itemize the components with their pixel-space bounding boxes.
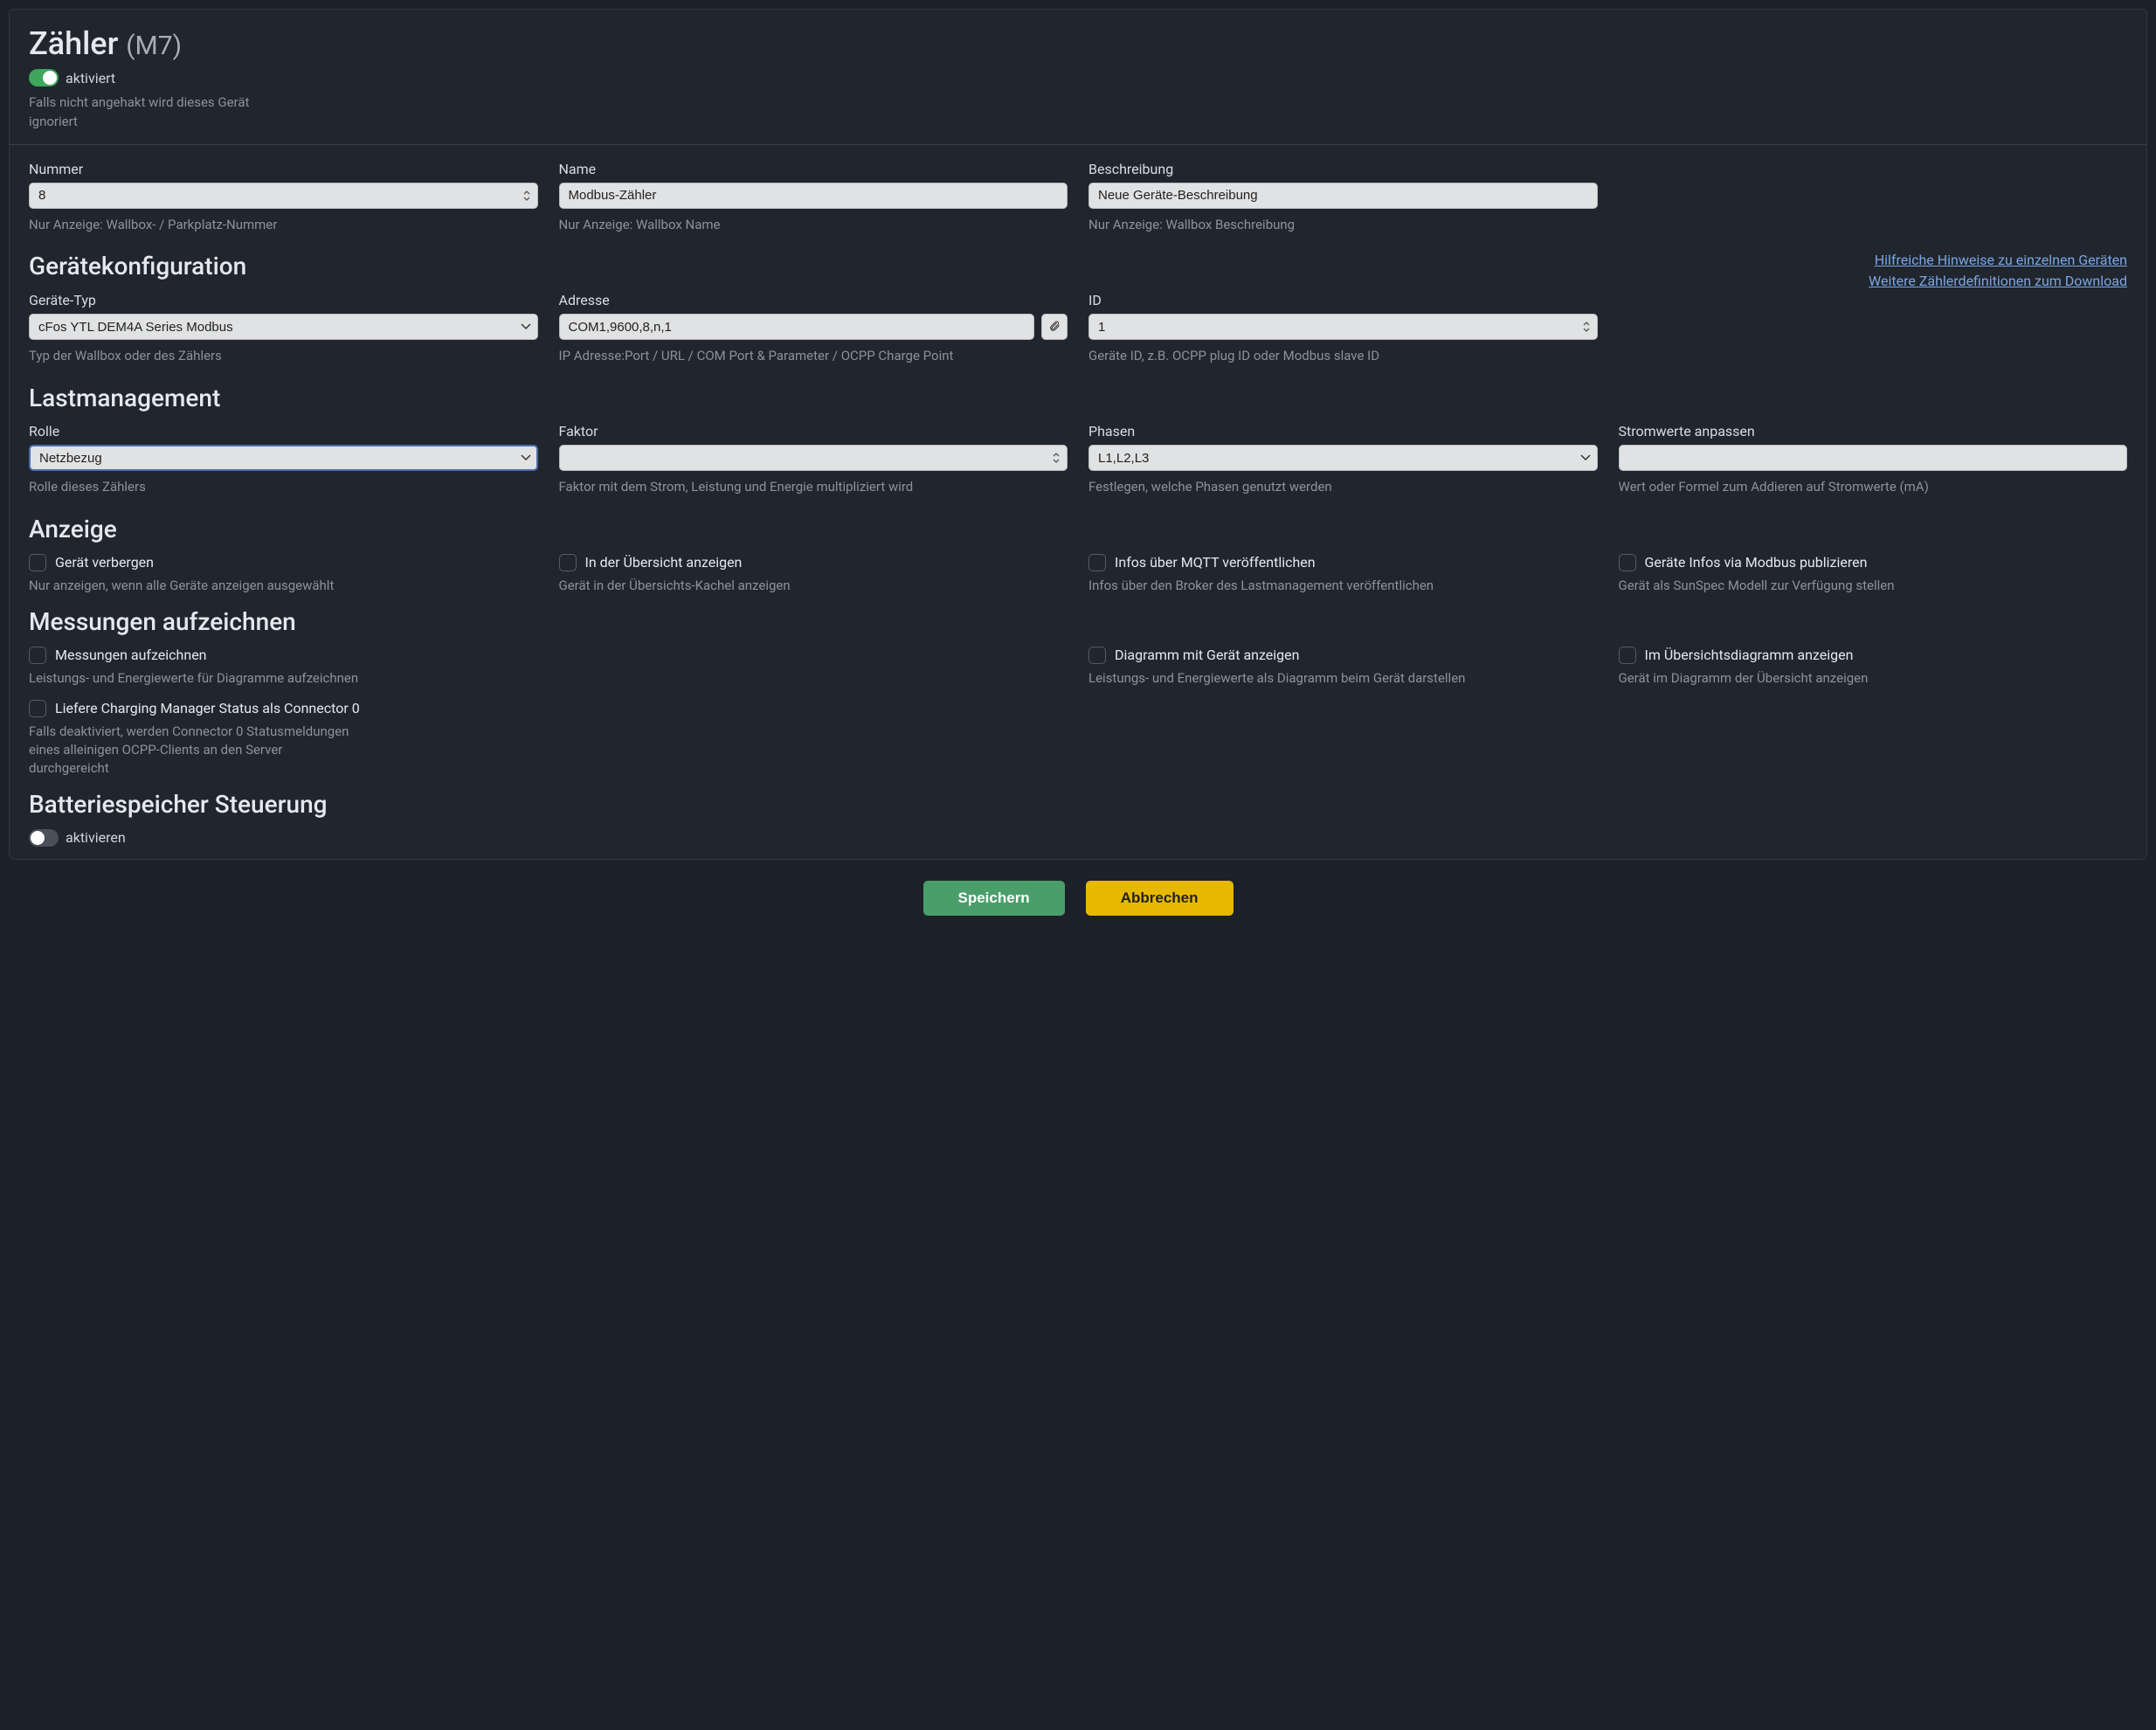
role-help: Rolle dieses Zählers — [29, 478, 538, 497]
definitions-link[interactable]: Weitere Zählerdefinitionen zum Download — [1869, 271, 2127, 292]
load-mgmt-heading: Lastmanagement — [29, 384, 2127, 412]
record-heading: Messungen aufzeichnen — [29, 607, 2127, 636]
divider — [10, 144, 2146, 145]
adjust-help: Wert oder Formel zum Addieren auf Stromw… — [1619, 478, 2128, 497]
id-input[interactable] — [1088, 314, 1598, 340]
enabled-toggle[interactable] — [29, 69, 59, 86]
record-help: Leistungs- und Energiewerte für Diagramm… — [29, 669, 538, 688]
hide-device-help: Nur anzeigen, wenn alle Geräte anzeigen … — [29, 577, 538, 595]
hints-link[interactable]: Hilfreiche Hinweise zu einzelnen Geräten — [1869, 250, 2127, 271]
connector0-label: Liefere Charging Manager Status als Conn… — [55, 700, 360, 716]
address-label: Adresse — [559, 292, 1068, 308]
overview-diagram-help: Gerät im Diagramm der Übersicht anzeigen — [1619, 669, 2128, 688]
mqtt-publish-help: Infos über den Broker des Lastmanagement… — [1088, 577, 1598, 595]
address-help: IP Adresse:Port / URL / COM Port & Param… — [559, 347, 1068, 366]
overview-show-help: Gerät in der Übersichts-Kachel anzeigen — [559, 577, 1068, 595]
device-config-heading: Gerätekonfiguration — [29, 252, 246, 280]
modbus-publish-help: Gerät als SunSpec Modell zur Verfügung s… — [1619, 577, 2128, 595]
connector0-help: Falls deaktiviert, werden Connector 0 St… — [29, 723, 361, 778]
overview-diagram-checkbox[interactable] — [1619, 647, 1636, 664]
overview-show-label: In der Übersicht anzeigen — [585, 554, 743, 571]
mqtt-publish-checkbox[interactable] — [1088, 554, 1106, 571]
name-help: Nur Anzeige: Wallbox Name — [559, 216, 1068, 235]
overview-diagram-label: Im Übersichtsdiagramm anzeigen — [1645, 647, 1854, 663]
device-settings-panel: Zähler (M7) aktiviert Falls nicht angeha… — [9, 9, 2147, 860]
diagram-help: Leistungs- und Energiewerte als Diagramm… — [1088, 669, 1598, 688]
title-subtitle: (M7) — [126, 31, 182, 61]
factor-input[interactable] — [559, 445, 1068, 471]
hide-device-checkbox[interactable] — [29, 554, 46, 571]
description-label: Beschreibung — [1088, 161, 1598, 177]
hide-device-label: Gerät verbergen — [55, 554, 154, 571]
address-input[interactable] — [559, 314, 1035, 340]
number-input[interactable] — [29, 183, 538, 209]
factor-help: Faktor mit dem Strom, Leistung und Energ… — [559, 478, 1068, 497]
device-type-select[interactable]: cFos YTL DEM4A Series Modbus — [29, 314, 538, 340]
description-input[interactable] — [1088, 183, 1598, 209]
enabled-label: aktiviert — [66, 70, 115, 86]
mqtt-publish-label: Infos über MQTT veröffentlichen — [1115, 554, 1316, 571]
modbus-publish-checkbox[interactable] — [1619, 554, 1636, 571]
role-select[interactable]: Netzbezug — [29, 445, 538, 471]
name-input[interactable] — [559, 183, 1068, 209]
device-type-help: Typ der Wallbox oder des Zählers — [29, 347, 538, 366]
id-help: Geräte ID, z.B. OCPP plug ID oder Modbus… — [1088, 347, 1598, 366]
id-label: ID — [1088, 292, 1598, 308]
diagram-label: Diagramm mit Gerät anzeigen — [1115, 647, 1299, 663]
record-label: Messungen aufzeichnen — [55, 647, 207, 663]
phases-select[interactable]: L1,L2,L3 — [1088, 445, 1598, 471]
description-help: Nur Anzeige: Wallbox Beschreibung — [1088, 216, 1598, 235]
cancel-button[interactable]: Abbrechen — [1086, 881, 1233, 916]
title-row: Zähler (M7) — [29, 25, 2127, 62]
enabled-help: Falls nicht angehakt wird dieses Gerät i… — [29, 93, 256, 132]
overview-show-checkbox[interactable] — [559, 554, 577, 571]
attach-button[interactable] — [1041, 314, 1068, 340]
save-button[interactable]: Speichern — [923, 881, 1065, 916]
battery-enable-label: aktivieren — [66, 829, 126, 846]
device-type-label: Geräte-Typ — [29, 292, 538, 308]
page-title: Zähler (M7) — [29, 25, 2127, 62]
footer-actions: Speichern Abbrechen — [0, 868, 2156, 933]
name-label: Name — [559, 161, 1068, 177]
title-text: Zähler — [29, 25, 118, 62]
role-label: Rolle — [29, 423, 538, 439]
phases-help: Festlegen, welche Phasen genutzt werden — [1088, 478, 1598, 497]
connector0-checkbox[interactable] — [29, 700, 46, 717]
number-help: Nur Anzeige: Wallbox- / Parkplatz-Nummer — [29, 216, 538, 235]
battery-enable-toggle[interactable] — [29, 829, 59, 847]
adjust-input[interactable] — [1619, 445, 2128, 471]
display-heading: Anzeige — [29, 515, 2127, 543]
record-checkbox[interactable] — [29, 647, 46, 664]
adjust-label: Stromwerte anpassen — [1619, 423, 2128, 439]
battery-heading: Batteriespeicher Steuerung — [29, 790, 2127, 819]
phases-label: Phasen — [1088, 423, 1598, 439]
diagram-checkbox[interactable] — [1088, 647, 1106, 664]
factor-label: Faktor — [559, 423, 1068, 439]
modbus-publish-label: Geräte Infos via Modbus publizieren — [1645, 554, 1868, 571]
paperclip-icon — [1048, 320, 1061, 335]
number-label: Nummer — [29, 161, 538, 177]
